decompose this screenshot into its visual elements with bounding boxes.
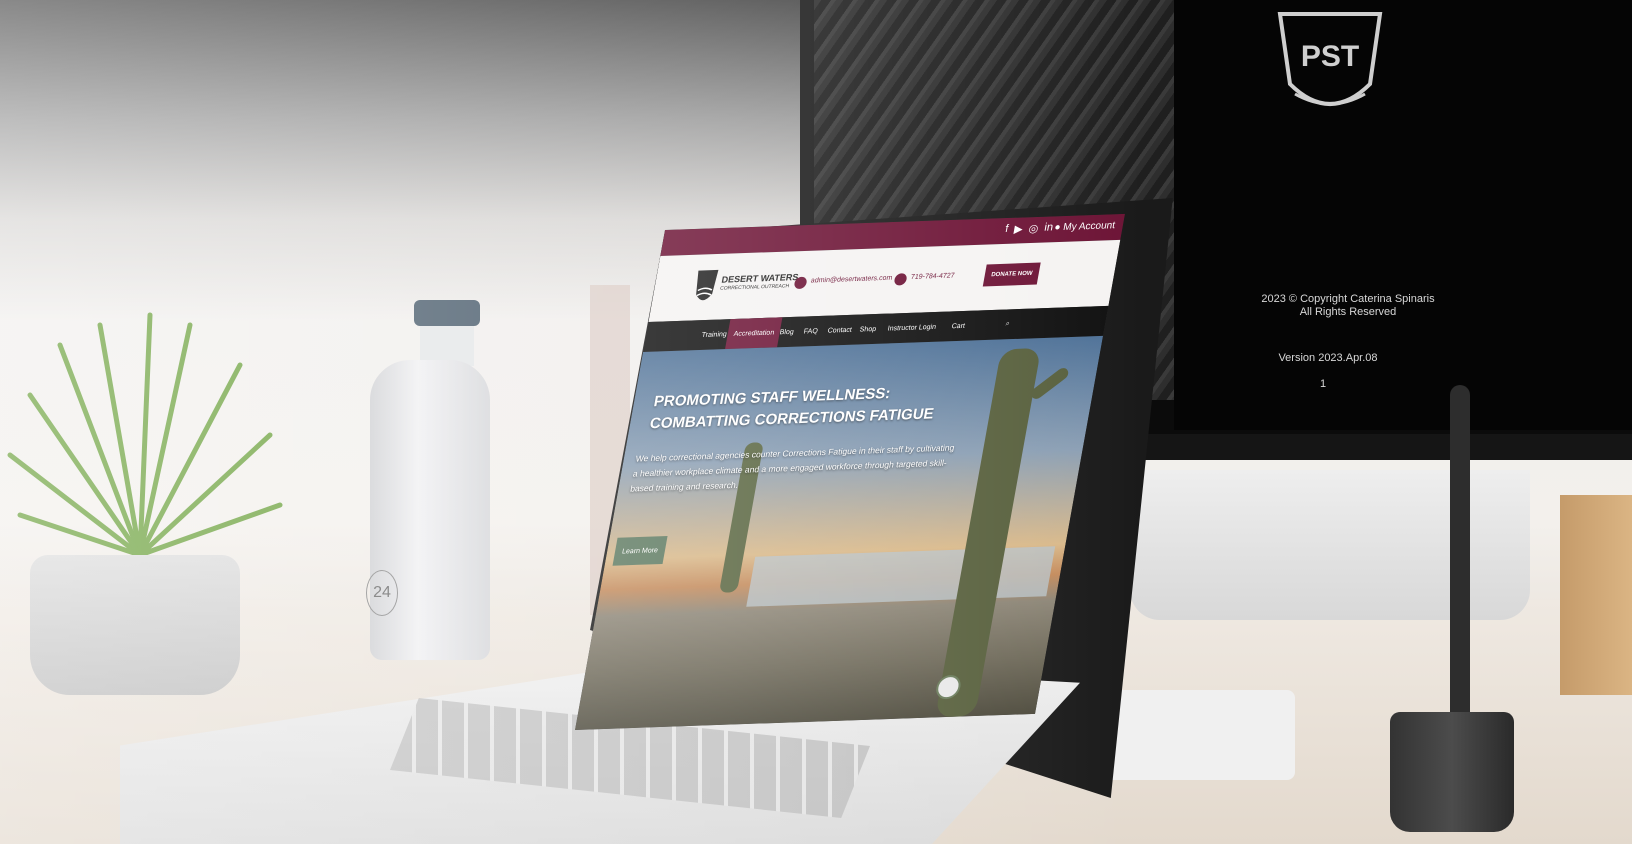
nav-accreditation[interactable]: Accreditation (725, 317, 783, 350)
phone-icon (893, 273, 908, 286)
search-icon[interactable]: ⌕ (1003, 309, 1012, 339)
monitor-version: Version 2023.Apr.08 (1278, 352, 1378, 364)
youtube-icon[interactable]: ▶ (1013, 222, 1024, 235)
my-account-link[interactable]: ● My Account (1053, 220, 1116, 233)
bottle-body (370, 360, 490, 660)
water-bottle: 24 (366, 300, 490, 660)
wooden-box (1560, 495, 1632, 695)
instagram-icon[interactable]: ◎ (1028, 222, 1040, 235)
social-links: f ▶ ◎ in (1004, 221, 1054, 236)
desktop-keyboard (1095, 690, 1295, 780)
logo-subtitle: CORRECTIONAL OUTREACH (719, 283, 790, 292)
hero-title: PROMOTING STAFF WELLNESS: COMBATTING COR… (648, 379, 1016, 436)
nav-cart[interactable]: Cart (949, 311, 968, 341)
succulent-plant (7, 312, 283, 558)
email-icon (793, 276, 808, 290)
my-account-label: My Account (1062, 220, 1116, 233)
rights-line: All Rights Reserved (1299, 306, 1397, 318)
email-link[interactable]: admin@desertwaters.com (810, 275, 893, 285)
hero-description: We help correctional agencies counter Co… (629, 442, 956, 494)
pen-holder (1390, 712, 1514, 832)
learn-more-button[interactable]: Learn More (612, 535, 668, 566)
user-icon: ● (1053, 222, 1062, 234)
copyright-line: 2023 © Copyright Caterina Spinaris (1261, 293, 1435, 305)
pst-logo-icon: PST (1277, 12, 1383, 106)
desert-waters-logo-icon[interactable] (689, 268, 722, 309)
bottle-cap (414, 300, 480, 326)
nav-shop[interactable]: Shop (857, 314, 879, 345)
monitor-page-number: 1 (1320, 378, 1327, 390)
bottle-badge: 24 (366, 570, 398, 616)
stylus-pen (1450, 385, 1470, 715)
laptop-screen-website: f ▶ ◎ in ● My Account DESERT WATERS CORR… (575, 213, 1125, 730)
plant-pot (30, 555, 240, 695)
facebook-icon[interactable]: f (1004, 223, 1009, 236)
monitor-stand (1130, 470, 1530, 620)
nav-faq[interactable]: FAQ (801, 316, 820, 346)
monitor-copyright: 2023 © Copyright Caterina Spinaris All R… (1248, 293, 1448, 319)
lake (746, 546, 1056, 607)
desk-scene: PST 2023 © Copyright Caterina Spinaris A… (0, 0, 1632, 844)
nav-instructor-login[interactable]: Instructor Login (885, 312, 939, 344)
donate-button[interactable]: DONATE NOW (982, 262, 1041, 287)
pst-logo-text: PST (1301, 40, 1359, 73)
hero-section: PROMOTING STAFF WELLNESS: COMBATTING COR… (575, 335, 1104, 730)
phone-link[interactable]: 719-784-4727 (910, 273, 955, 282)
nav-contact[interactable]: Contact (825, 315, 855, 346)
